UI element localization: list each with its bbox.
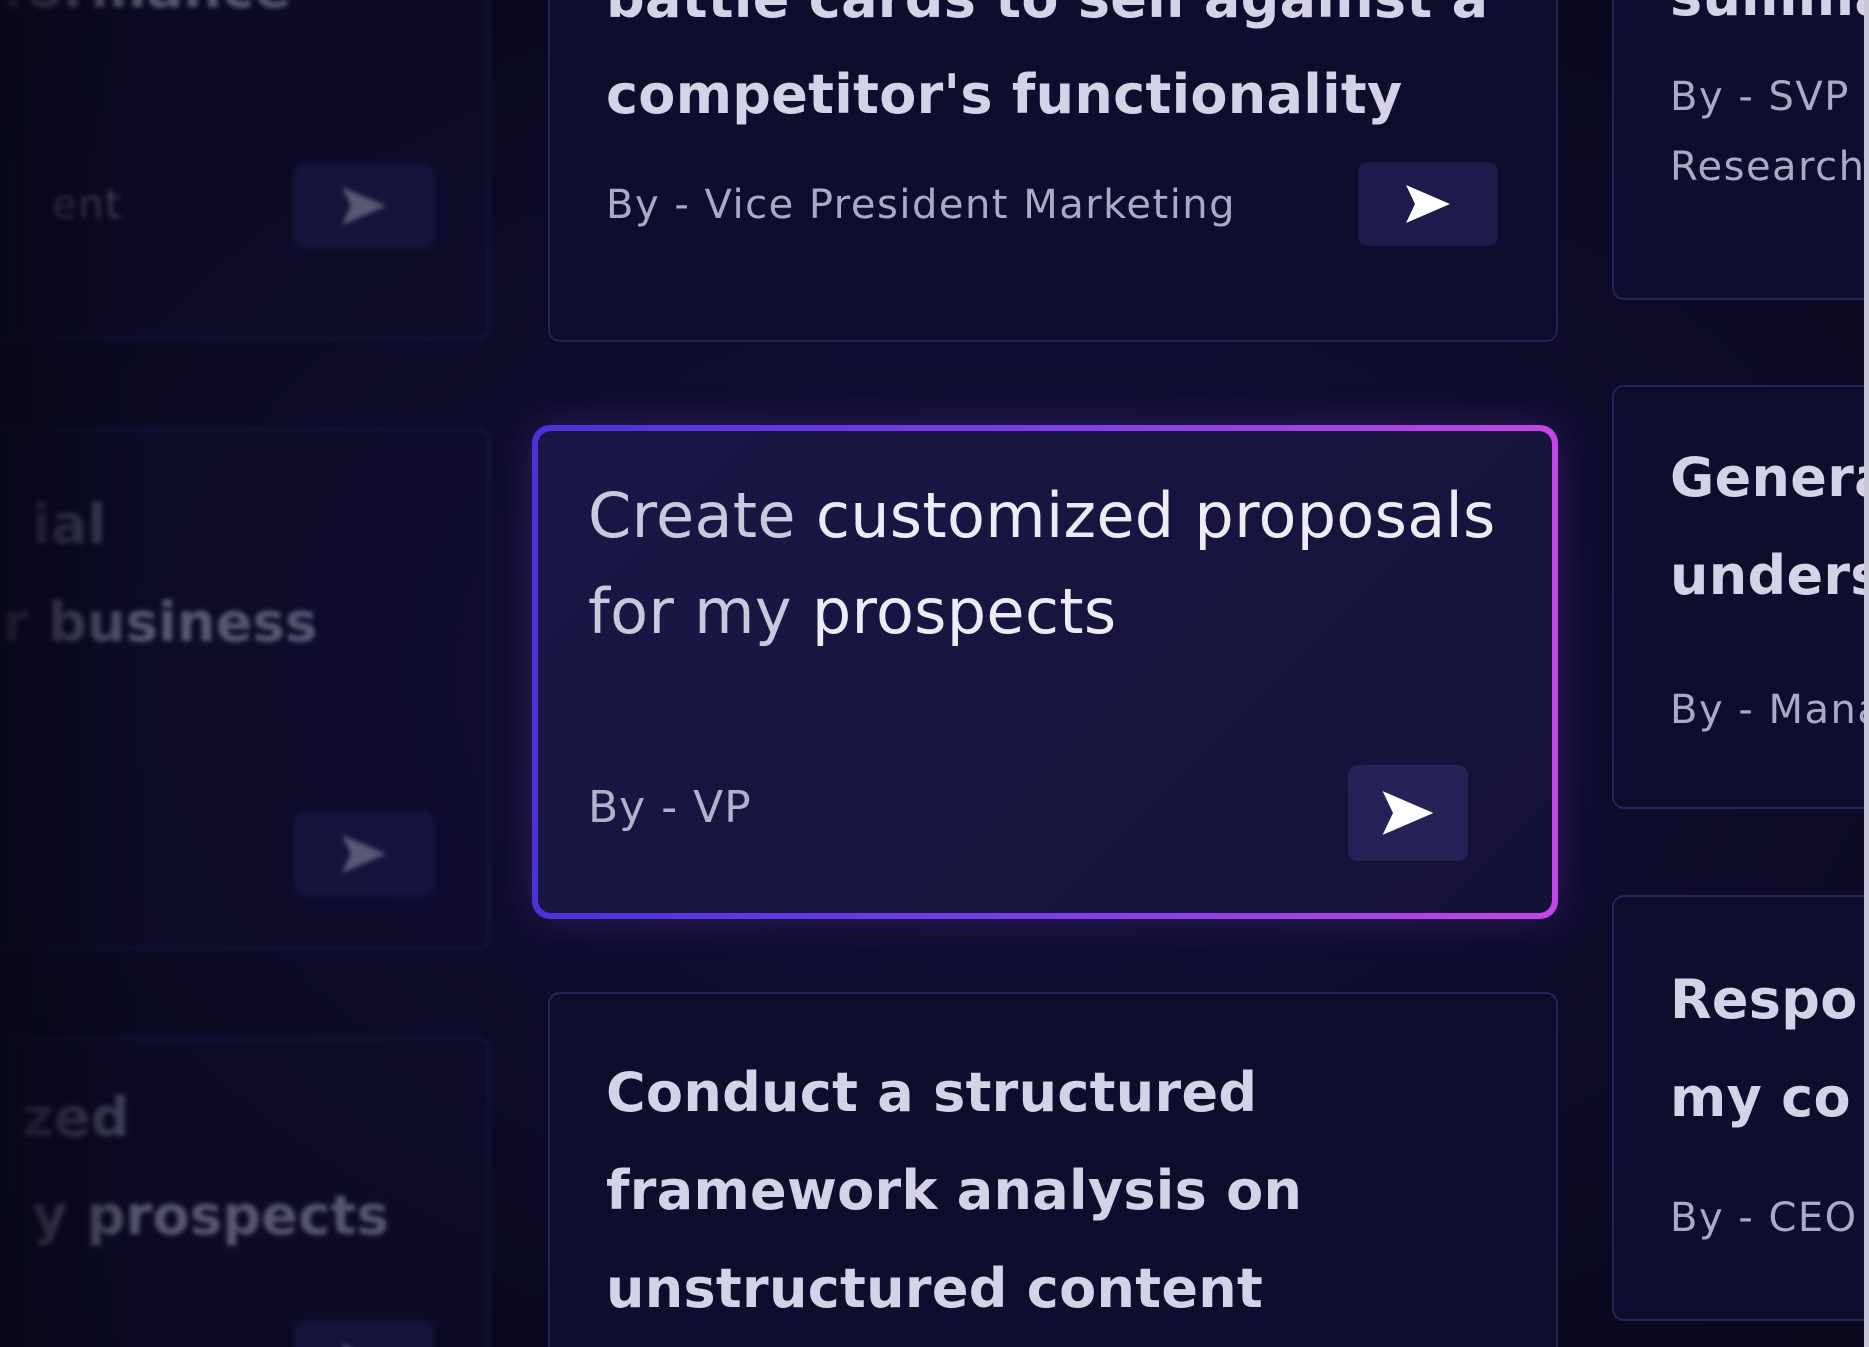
card-author: By - SVP [1670, 74, 1850, 120]
send-arrow-icon [342, 835, 386, 873]
send-button[interactable] [294, 164, 434, 248]
card-title: zed [22, 1086, 130, 1149]
prompt-card-center-bottom[interactable]: Conduct a structured framework analysis … [548, 992, 1558, 1347]
card-title: r business [2, 591, 318, 654]
card-author: By - CEO [1670, 1195, 1858, 1241]
card-author: By - Vice President Marketing [606, 182, 1237, 228]
card-author: Research [1670, 144, 1866, 190]
card-title: framework analysis on [606, 1159, 1303, 1222]
featured-card-body: Create customized proposals for my prosp… [538, 431, 1552, 913]
card-title: ial [32, 493, 107, 556]
card-author: ent [52, 182, 123, 228]
send-button[interactable] [1358, 162, 1498, 246]
card-title: summa [1670, 0, 1869, 46]
card-title: Genera [1670, 446, 1869, 509]
prompt-card-left-top[interactable]: formance ent [0, 0, 490, 340]
card-title-line-1: Create customized proposals [588, 467, 1496, 565]
card-title: unders [1670, 544, 1869, 607]
card-title: formance [2, 0, 291, 38]
card-title: battle cards to sell against a [606, 0, 1488, 48]
card-title-emphasis: customized proposals [815, 479, 1496, 552]
prompt-card-center-top[interactable]: battle cards to sell against a competito… [548, 0, 1558, 342]
prompt-card-left-mid[interactable]: ial r business [0, 428, 490, 950]
card-author: By - Mana [1670, 687, 1869, 733]
send-button[interactable] [294, 812, 434, 896]
prompt-card-right-bottom[interactable]: Respo my co By - CEO [1612, 895, 1869, 1321]
card-title: y prospects [32, 1184, 390, 1247]
send-arrow-icon [1406, 185, 1450, 223]
card-title: Respo [1670, 968, 1858, 1031]
card-title: unstructured content [606, 1257, 1264, 1320]
card-title-lead: for my [588, 575, 812, 648]
send-arrow-icon [342, 1344, 349, 1347]
prompt-gallery: formance ent ial r business zed y prospe… [0, 0, 1869, 1347]
send-button[interactable] [1348, 765, 1468, 861]
right-frame-edge [1864, 0, 1869, 1347]
prompt-card-featured[interactable]: Create customized proposals for my prosp… [532, 425, 1558, 919]
card-title-line-2: for my prospects [588, 563, 1116, 661]
card-title-lead: Create [588, 479, 816, 552]
card-title: competitor's functionality [606, 63, 1403, 126]
card-title: Conduct a structured [606, 1061, 1258, 1124]
prompt-card-right-top[interactable]: summa By - SVP Research [1612, 0, 1869, 300]
card-title: my co [1670, 1066, 1851, 1129]
prompt-card-left-bottom[interactable]: zed y prospects [0, 1037, 490, 1347]
prompt-card-right-mid[interactable]: Genera unders By - Mana [1612, 385, 1869, 809]
send-button[interactable] [294, 1321, 434, 1347]
card-title-emphasis: prospects [811, 575, 1117, 648]
card-author: By - VP [588, 782, 752, 833]
send-arrow-icon [342, 187, 386, 225]
send-arrow-icon [1382, 791, 1434, 835]
